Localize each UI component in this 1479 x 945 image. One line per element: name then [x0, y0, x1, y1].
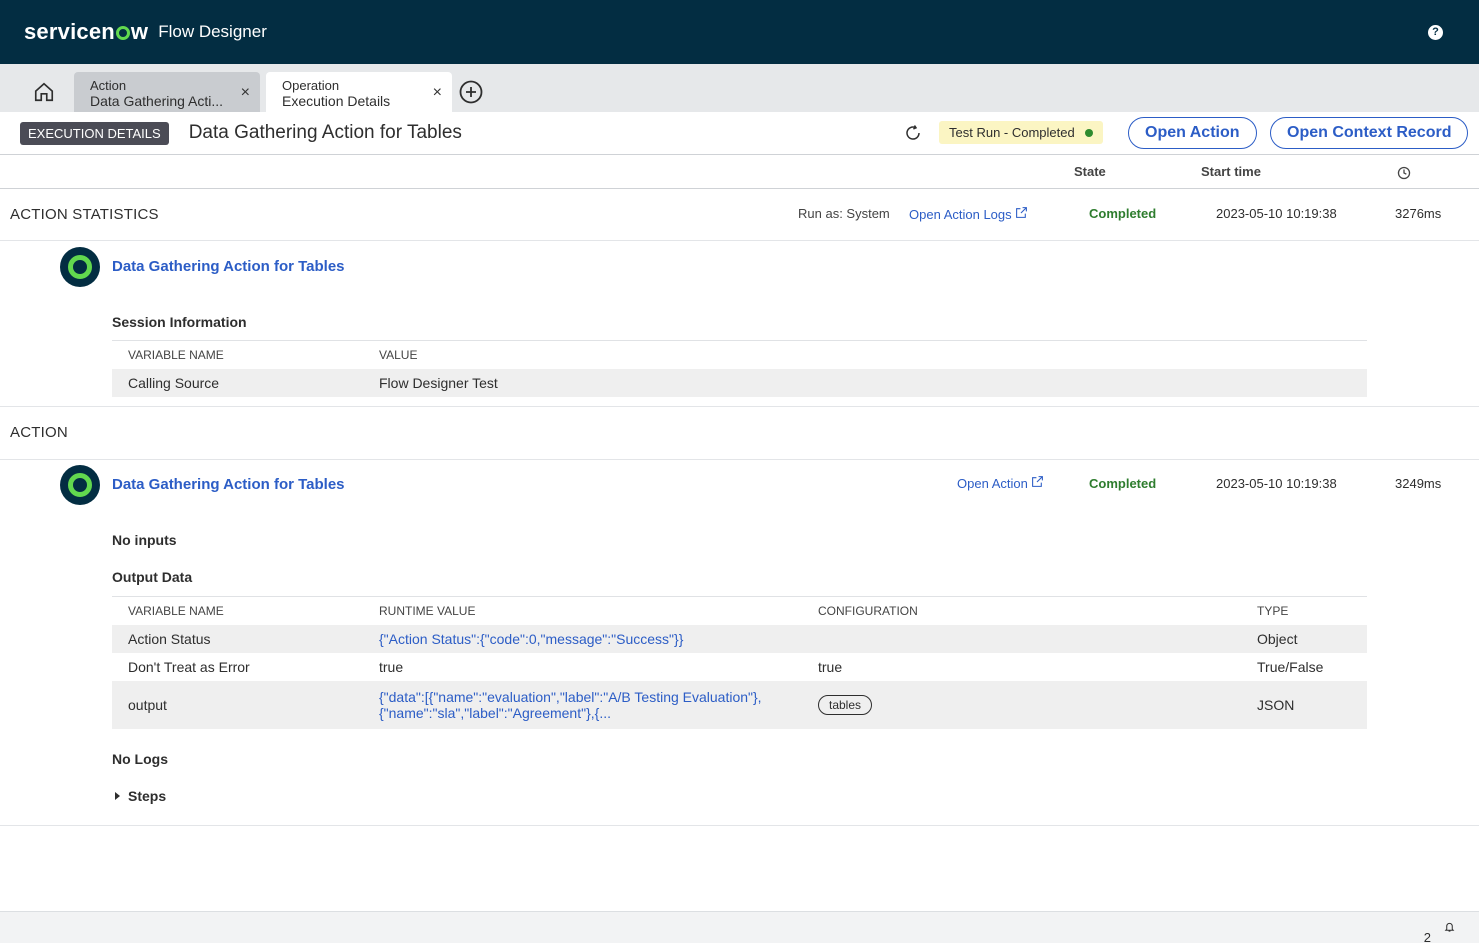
tab-bar: Action Data Gathering Acti... × Operatio…: [0, 64, 1479, 112]
action-section-title: ACTION: [10, 424, 68, 441]
tab-action[interactable]: Action Data Gathering Acti... ×: [74, 72, 260, 112]
runtime-value-link[interactable]: {"Action Status":{"code":0,"message":"Su…: [363, 625, 802, 653]
configuration: tables: [802, 681, 1241, 729]
variable-name: Don't Treat as Error: [128, 659, 250, 675]
action-title-link[interactable]: Data Gathering Action for Tables: [112, 258, 345, 275]
output-data-label: Output Data: [112, 569, 193, 585]
open-context-record-button[interactable]: Open Context Record: [1270, 117, 1469, 149]
tab-type: Operation: [282, 78, 340, 93]
test-run-status: Test Run - Completed: [939, 121, 1103, 144]
logo-text: servicen: [24, 19, 115, 44]
tab-name: Execution Details: [282, 93, 391, 109]
configuration: [802, 625, 1241, 653]
close-icon[interactable]: ×: [433, 84, 442, 102]
open-action-logs-text: Open Action Logs: [909, 207, 1012, 222]
app-title: Flow Designer: [158, 22, 267, 41]
home-icon: [34, 82, 54, 102]
duration: 3249ms: [1395, 476, 1442, 491]
col-value: VALUE: [363, 340, 1367, 369]
steps-label: Steps: [128, 788, 167, 804]
no-logs-label: No Logs: [112, 751, 168, 767]
col-variable-name: VARIABLE NAME: [112, 340, 363, 369]
column-state: State: [1074, 164, 1106, 179]
variable-name: output: [112, 681, 363, 729]
col-type: TYPE: [1241, 596, 1367, 625]
table-row: Don't Treat as Error true true True/Fals…: [112, 653, 1367, 681]
servicenow-logo[interactable]: servicen w: [24, 19, 148, 45]
open-action-logs-link[interactable]: Open Action Logs: [909, 206, 1028, 222]
type: JSON: [1241, 681, 1367, 729]
start-time: 2023-05-10 10:19:38: [1216, 206, 1337, 221]
open-action-link[interactable]: Open Action: [957, 475, 1044, 491]
output-table: VARIABLE NAME RUNTIME VALUE CONFIGURATIO…: [112, 596, 1367, 729]
logo-text-end: w: [130, 19, 149, 44]
action-title-link[interactable]: Data Gathering Action for Tables: [112, 476, 345, 493]
refresh-icon[interactable]: [904, 124, 922, 142]
tab-type: Action: [90, 78, 127, 93]
col-runtime-value: RUNTIME VALUE: [363, 596, 802, 625]
tab-operation[interactable]: Operation Execution Details ×: [266, 72, 452, 112]
action-avatar-icon: [60, 465, 100, 505]
column-headers: State Start time: [0, 155, 1479, 189]
col-configuration: CONFIGURATION: [802, 596, 1241, 625]
table-row: output {"data":[{"name":"evaluation","la…: [112, 681, 1367, 729]
table-row: Action Status {"Action Status":{"code":0…: [112, 625, 1367, 653]
tables-chip[interactable]: tables: [818, 695, 873, 715]
help-icon[interactable]: ?: [1428, 25, 1443, 40]
runtime-value-line: {"data":[{"name":"evaluation","label":"A…: [379, 689, 762, 705]
caret-right-icon: [115, 792, 120, 800]
add-tab-icon[interactable]: [458, 79, 484, 105]
close-icon[interactable]: ×: [241, 84, 250, 102]
external-link-icon: [1032, 476, 1044, 487]
external-link-icon: [1016, 207, 1028, 218]
bell-icon: [1444, 922, 1455, 932]
state-completed: Completed: [1089, 476, 1157, 491]
top-navbar: servicen w Flow Designer ?: [0, 0, 1479, 64]
col-variable-name: VARIABLE NAME: [112, 596, 363, 625]
runtime-value: true: [379, 659, 404, 675]
action-statistics-title: ACTION STATISTICS: [10, 206, 159, 223]
page-title: Data Gathering Action for Tables: [188, 122, 462, 143]
notification-badge[interactable]: 2: [1424, 921, 1455, 945]
action-detail: Data Gathering Action for Tables Open Ac…: [0, 460, 1479, 826]
clock-icon: [1397, 166, 1411, 180]
page-header: EXECUTION DETAILS Data Gathering Action …: [0, 112, 1479, 155]
column-start-time: Start time: [1201, 164, 1261, 179]
configuration: true: [818, 659, 843, 675]
table-row: Calling Source Flow Designer Test: [112, 369, 1367, 397]
test-run-status-text: Test Run - Completed: [949, 125, 1075, 140]
footer-bar: 2: [0, 911, 1479, 945]
type: True/False: [1257, 659, 1324, 675]
session-information-label: Session Information: [112, 314, 247, 330]
variable-value: Flow Designer Test: [363, 369, 1367, 397]
type: Object: [1241, 625, 1367, 653]
action-statistics-row: ACTION STATISTICS Run as: System Open Ac…: [0, 189, 1479, 241]
duration: 3276ms: [1395, 206, 1442, 221]
action-section-row: ACTION: [0, 407, 1479, 460]
variable-name: Calling Source: [112, 369, 363, 397]
state-completed: Completed: [1089, 206, 1157, 221]
variable-name: Action Status: [112, 625, 363, 653]
runtime-value-line: {"name":"sla","label":"Agreement"},{...: [379, 705, 611, 721]
home-button[interactable]: [20, 72, 68, 112]
statistics-detail: Data Gathering Action for Tables Session…: [0, 241, 1479, 407]
status-dot: [1084, 128, 1093, 137]
no-inputs-label: No inputs: [112, 532, 177, 548]
steps-toggle[interactable]: Steps: [114, 788, 166, 804]
open-action-button[interactable]: Open Action: [1128, 117, 1257, 149]
session-table: VARIABLE NAME VALUE Calling Source Flow …: [112, 340, 1367, 397]
logo-o: [115, 26, 130, 40]
execution-details-badge: EXECUTION DETAILS: [20, 121, 169, 145]
open-action-text: Open Action: [957, 476, 1028, 491]
action-avatar-icon: [60, 247, 100, 287]
runtime-value-link[interactable]: {"data":[{"name":"evaluation","label":"A…: [363, 681, 802, 729]
start-time: 2023-05-10 10:19:38: [1216, 476, 1337, 491]
tab-name: Data Gathering Acti...: [90, 93, 224, 109]
run-as: Run as: System: [798, 206, 890, 221]
